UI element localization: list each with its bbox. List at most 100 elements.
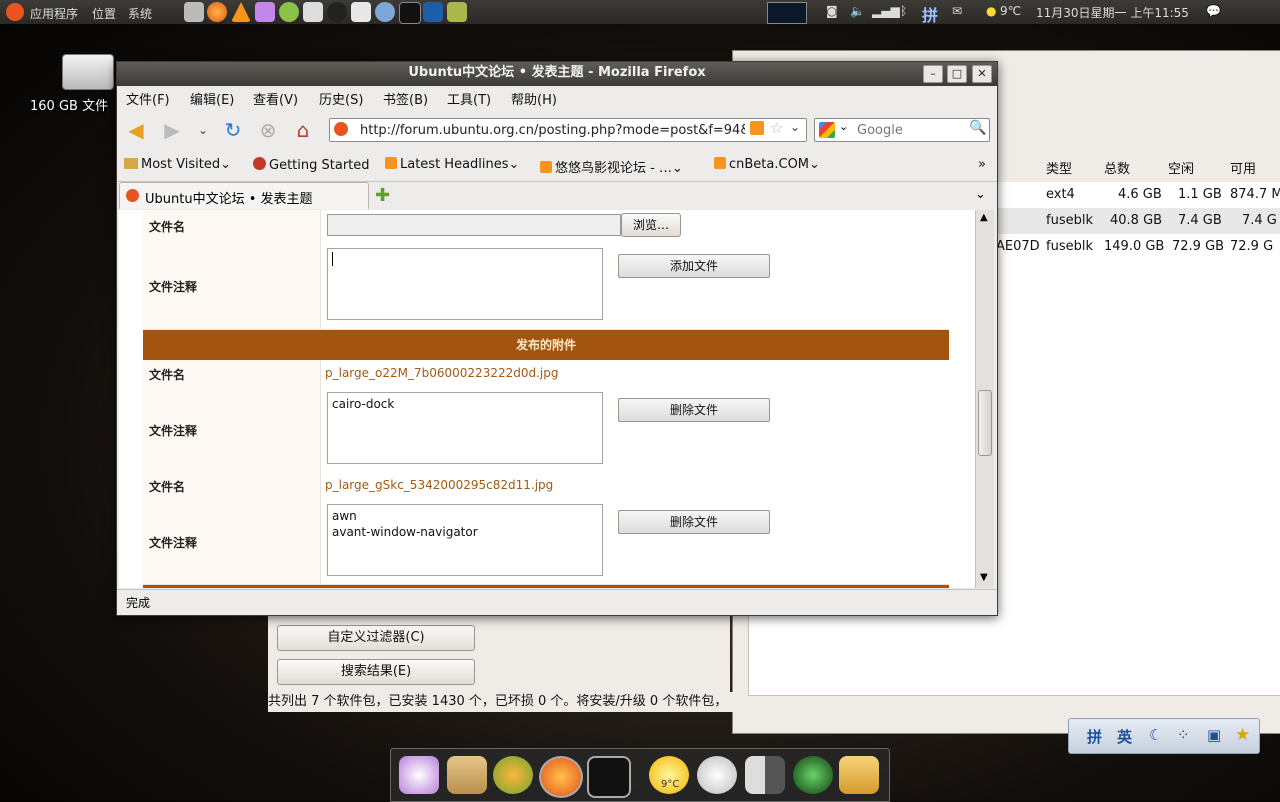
launcher-qq-icon[interactable] — [327, 2, 347, 22]
launcher-screenshot-icon[interactable] — [303, 2, 323, 22]
bookmark-youyouniao[interactable]: 悠悠鸟影视论坛 - …⌄ — [540, 157, 683, 176]
back-icon[interactable]: ◀ — [123, 117, 149, 143]
dock-green-orb-icon[interactable] — [793, 756, 833, 794]
dock-mail-icon[interactable] — [493, 756, 533, 794]
browse-button[interactable]: 浏览… — [621, 213, 681, 237]
comment-line: awn — [332, 509, 357, 523]
launcher-books-icon[interactable] — [447, 2, 467, 22]
reload-icon[interactable]: ↻ — [220, 117, 246, 143]
scroll-down-icon[interactable]: ▼ — [980, 572, 988, 583]
menu-applications[interactable]: 应用程序 — [30, 5, 78, 22]
ubuntu-logo-icon[interactable] — [6, 3, 24, 21]
menu-system[interactable]: 系统 — [128, 5, 152, 22]
ime-punct-icon[interactable]: ⁘ — [1177, 726, 1190, 744]
signal-icon[interactable]: ▂▄▆ — [872, 4, 900, 18]
dock-package-icon[interactable] — [447, 756, 487, 794]
clock[interactable]: 11月30日星期一 上午11:55 — [1036, 4, 1189, 21]
custom-filter-button[interactable]: 自定义过滤器(C) — [277, 625, 475, 651]
bookmark-latest-headlines[interactable]: Latest Headlines⌄ — [385, 157, 519, 172]
ime-english-button[interactable]: 英 — [1117, 726, 1132, 747]
stop-icon[interactable]: ⊗ — [255, 117, 281, 143]
menu-bookmarks[interactable]: 书签(B) — [383, 89, 428, 108]
launcher-dictionary-icon[interactable] — [423, 2, 443, 22]
chat-status-icon[interactable]: 💬 — [1206, 4, 1221, 18]
system-monitor-icon[interactable] — [767, 2, 807, 24]
window-title[interactable]: Ubuntu中文论坛 • 发表主题 - Mozilla Firefox — [117, 62, 997, 86]
search-input[interactable] — [855, 121, 969, 140]
launcher-chat-icon[interactable] — [375, 2, 395, 22]
new-tab-icon[interactable]: ✚ — [375, 185, 390, 206]
ime-softkeyboard-icon[interactable]: ▣ — [1207, 726, 1221, 744]
bluetooth-icon[interactable]: ᛒ — [900, 4, 907, 18]
tab-list-icon[interactable]: ⌄ — [975, 187, 986, 202]
dock-system-monitor-icon[interactable] — [587, 756, 631, 798]
column-header-avail[interactable]: 可用 — [1230, 157, 1256, 183]
menu-edit[interactable]: 编辑(E) — [190, 89, 234, 108]
menu-tools[interactable]: 工具(T) — [447, 89, 491, 108]
launcher-firefox-icon[interactable] — [207, 2, 227, 22]
search-engine-icon[interactable] — [819, 122, 835, 138]
close-button[interactable]: ✕ — [972, 65, 992, 83]
mail-icon[interactable]: ✉ — [952, 4, 962, 18]
bookmark-most-visited[interactable]: Most Visited⌄ — [124, 157, 231, 172]
launcher-disk-icon[interactable] — [184, 2, 204, 22]
history-dropdown-icon[interactable]: ⌄ — [190, 117, 216, 143]
ime-star-icon[interactable]: ★ — [1235, 725, 1250, 745]
network-icon[interactable]: ◙ — [826, 4, 838, 18]
add-file-button[interactable]: 添加文件 — [618, 254, 770, 278]
menu-help[interactable]: 帮助(H) — [511, 89, 557, 108]
dock-firefox-icon[interactable] — [539, 756, 583, 798]
maximize-button[interactable]: □ — [947, 65, 967, 83]
drive-icon[interactable] — [62, 54, 114, 90]
attachment-comment-textarea[interactable]: awn avant-window-navigator — [327, 504, 603, 576]
attachment-filename-link[interactable]: p_large_gSkc_5342000295c82d11.jpg — [325, 478, 553, 492]
attachment-filename-link[interactable]: p_large_o22M_7b06000223222d0d.jpg — [325, 366, 558, 380]
dock-trash-icon[interactable] — [839, 756, 879, 794]
launcher-terminal-icon[interactable] — [399, 2, 421, 24]
ime-moon-icon[interactable]: ☾ — [1149, 726, 1162, 744]
forward-icon[interactable]: ▶ — [159, 117, 185, 143]
search-icon[interactable]: 🔍 — [969, 120, 986, 136]
launcher-editor-icon[interactable] — [351, 2, 371, 22]
tab-posting[interactable]: Ubuntu中文论坛 • 发表主题 — [119, 182, 369, 209]
volume-icon[interactable]: 🔈 — [850, 4, 865, 18]
url-input[interactable] — [358, 121, 747, 140]
bookmark-star-icon[interactable]: ☆ — [770, 119, 783, 137]
vertical-scrollbar[interactable]: ▲ ▼ — [975, 210, 994, 588]
scroll-up-icon[interactable]: ▲ — [980, 212, 988, 223]
launcher-vlc-icon[interactable] — [231, 2, 251, 22]
search-bar[interactable]: ⌄ 🔍 — [814, 118, 990, 142]
attachment-comment-textarea[interactable]: cairo-dock — [327, 392, 603, 464]
column-header-free[interactable]: 空闲 — [1168, 157, 1194, 183]
file-path-input[interactable] — [327, 214, 621, 236]
delete-file-button[interactable]: 删除文件 — [618, 398, 770, 422]
menu-history[interactable]: 历史(S) — [319, 89, 363, 108]
dock-clock-icon[interactable] — [697, 756, 737, 794]
dock-starburst-icon[interactable] — [399, 756, 439, 794]
scrollbar-thumb[interactable] — [978, 390, 992, 456]
column-header-type[interactable]: 类型 — [1046, 157, 1072, 183]
menu-view[interactable]: 查看(V) — [253, 89, 298, 108]
home-icon[interactable]: ⌂ — [290, 117, 316, 143]
search-results-button[interactable]: 搜索结果(E) — [277, 659, 475, 685]
url-bar[interactable]: ☆ ⌄ — [329, 118, 807, 142]
rss-feed-icon[interactable] — [750, 121, 764, 135]
ime-indicator[interactable]: 拼 — [922, 2, 938, 26]
minimize-button[interactable]: – — [923, 65, 943, 83]
form-row-filename: 文件名 浏览… — [143, 210, 949, 243]
bookmark-getting-started[interactable]: Getting Started — [253, 157, 370, 173]
ime-pinyin-button[interactable]: 拼 — [1087, 726, 1102, 747]
weather-temp[interactable]: 9℃ — [1000, 4, 1021, 18]
menu-places[interactable]: 位置 — [92, 5, 116, 22]
delete-file-button[interactable]: 删除文件 — [618, 510, 770, 534]
dock-workspace-icon[interactable] — [745, 756, 785, 794]
comment-textarea[interactable] — [327, 248, 603, 320]
column-header-total[interactable]: 总数 — [1104, 157, 1130, 183]
menu-file[interactable]: 文件(F) — [126, 89, 170, 108]
search-engine-dropdown-icon[interactable]: ⌄ — [839, 120, 848, 133]
launcher-star-icon[interactable] — [255, 2, 275, 22]
bookmark-cnbeta[interactable]: cnBeta.COM⌄ — [714, 157, 820, 172]
url-dropdown-icon[interactable]: ⌄ — [790, 120, 800, 134]
bookmarks-overflow-icon[interactable]: » — [978, 157, 986, 172]
launcher-mail-icon[interactable] — [279, 2, 299, 22]
